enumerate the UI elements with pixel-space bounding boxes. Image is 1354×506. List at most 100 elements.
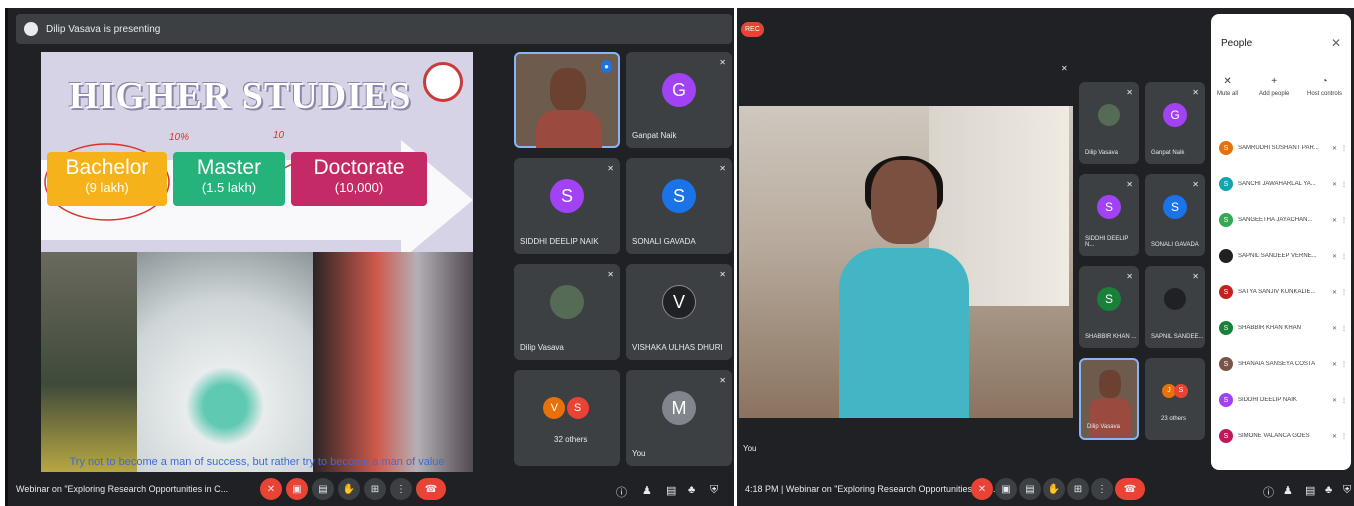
others-tile[interactable]: V S 32 others: [514, 370, 620, 466]
people-list-item[interactable]: S SHANAIA SANSEYA COSTA ✕ ⋮: [1219, 354, 1347, 374]
speaker-body: [839, 248, 969, 418]
host-controls-label: Host controls: [1307, 91, 1343, 97]
main-video[interactable]: [739, 106, 1073, 418]
meeting-title: Webinar on "Exploring Research Opportuni…: [16, 484, 229, 494]
captions-button[interactable]: ▤: [1019, 478, 1041, 500]
info-icon[interactable]: ⓘ: [1263, 484, 1274, 500]
mic-off-icon: ✕: [1331, 181, 1337, 188]
people-list-item[interactable]: S SATYA SANJIV KUNKALIE... ✕ ⋮: [1219, 282, 1347, 302]
participant-tile[interactable]: ✕ S SONALI GAVADA: [626, 158, 732, 254]
avatar: S: [1219, 213, 1233, 227]
present-button[interactable]: ⊞: [1067, 478, 1089, 500]
participant-tile[interactable]: ✕ G Ganpat Naik: [1145, 82, 1205, 164]
camera-toggle-button[interactable]: ▣: [286, 478, 308, 500]
mic-off-icon: ✕: [607, 270, 614, 279]
people-list-item[interactable]: SAPNIL SANDEEP VERNE... ✕ ⋮: [1219, 246, 1347, 266]
more-icon[interactable]: ⋮: [1341, 361, 1347, 368]
participant-tile[interactable]: ✕ S SONALI GAVADA: [1145, 174, 1205, 256]
person-name: SIDDHI DEELIP NAIK: [1238, 397, 1297, 403]
avatar: S: [1097, 286, 1121, 311]
avatar: S: [1174, 383, 1188, 398]
shared-slide: HIGHER STUDIES Bachelor (9 lakh) Master …: [41, 52, 473, 472]
participant-name: You: [632, 449, 646, 458]
lab-photo-beaker: [137, 252, 313, 472]
more-icon[interactable]: ⋮: [1341, 325, 1347, 332]
mic-toggle-button[interactable]: ✕: [971, 478, 993, 500]
others-tile[interactable]: J S 23 others: [1145, 358, 1205, 440]
shield-icon[interactable]: ⛨: [710, 484, 718, 497]
more-icon[interactable]: ⋮: [1341, 289, 1347, 296]
mic-off-icon: ✕: [1331, 433, 1337, 440]
participant-tile[interactable]: ✕ S SIDDHI DEELIP N...: [1079, 174, 1139, 256]
mic-off-icon: ✕: [719, 376, 726, 385]
person-name: SAPNIL SANDEEP VERNE...: [1238, 253, 1317, 259]
people-list-item[interactable]: S SHABBIR KHAN KHAN ✕ ⋮: [1219, 318, 1347, 338]
more-icon[interactable]: ⋮: [1341, 217, 1347, 224]
self-tile[interactable]: ✕ M You: [626, 370, 732, 466]
more-icon[interactable]: ⋮: [1341, 433, 1347, 440]
more-icon[interactable]: ⋮: [1341, 145, 1347, 152]
participant-tile[interactable]: ●: [514, 52, 620, 148]
mute-all-label: Mute all: [1217, 91, 1239, 97]
more-options-button[interactable]: ⋮: [390, 478, 412, 500]
participant-tile[interactable]: ✕ S SIDDHI DEELIP NAIK: [514, 158, 620, 254]
chat-icon[interactable]: ▤: [666, 484, 676, 497]
lab-photos: [41, 252, 473, 472]
more-icon[interactable]: ⋮: [1341, 253, 1347, 260]
people-icon[interactable]: ♟: [642, 484, 652, 497]
mic-off-icon: ✕: [1126, 272, 1133, 281]
people-list-item[interactable]: S SIDDHI DEELIP NAIK ✕ ⋮: [1219, 390, 1347, 410]
avatar: S: [550, 179, 584, 214]
mute-all-button[interactable]: ✕ Mute all: [1217, 76, 1238, 97]
lab-photo-sparks: [313, 252, 473, 472]
lab-photo-flask: [41, 252, 137, 472]
chat-icon[interactable]: ▤: [1305, 484, 1315, 497]
mic-toggle-button[interactable]: ✕: [260, 478, 282, 500]
participant-name: Dilip Vasava: [1085, 150, 1118, 156]
add-people-label: Add people: [1259, 91, 1290, 97]
participant-tile[interactable]: ✕ S SHABBIR KHAN ...: [1079, 266, 1139, 348]
people-list-item[interactable]: S SIMONE VALANCA GOES ✕ ⋮: [1219, 426, 1347, 446]
bachelor-value: (9 lakh): [85, 180, 129, 195]
close-icon[interactable]: ✕: [1331, 36, 1341, 50]
participant-shirt: [1089, 398, 1131, 438]
avatar: S: [566, 397, 589, 420]
mic-off-icon: ✕: [1331, 397, 1337, 404]
participant-tile[interactable]: Dilip Vasava: [1079, 358, 1139, 440]
people-list-item[interactable]: S SANGEETHA JAYACHAN... ✕ ⋮: [1219, 210, 1347, 230]
info-icon[interactable]: ⓘ: [616, 484, 627, 500]
shield-icon[interactable]: ⛨: [1343, 484, 1351, 497]
person-name: SATYA SANJIV KUNKALIE...: [1238, 289, 1316, 295]
leave-call-button[interactable]: ☎: [1115, 478, 1145, 500]
more-options-button[interactable]: ⋮: [1091, 478, 1113, 500]
host-controls-button[interactable]: ◔ Host controls: [1307, 76, 1342, 97]
activities-icon[interactable]: ♣: [1325, 484, 1332, 496]
participant-tile[interactable]: ✕ Dilip Vasava: [1079, 82, 1139, 164]
right-meeting-window: REC ✕ You ✕ Dilip Vasava ✕ G Ganpat Naik…: [737, 8, 1354, 506]
leave-call-button[interactable]: ☎: [416, 478, 446, 500]
add-people-button[interactable]: + Add people: [1259, 76, 1289, 97]
profile-photo: [1098, 103, 1120, 126]
master-label: Master: [196, 156, 262, 179]
doctorate-value: (10,000): [334, 180, 384, 195]
participant-tile[interactable]: ✕ Dilip Vasava: [514, 264, 620, 360]
mic-off-icon: ✕: [1331, 253, 1337, 260]
participant-tile[interactable]: ✕ SAPNIL SANDEE...: [1145, 266, 1205, 348]
people-list-item[interactable]: S SAMRUDHI SUSHANT PAR... ✕ ⋮: [1219, 138, 1347, 158]
captions-button[interactable]: ▤: [312, 478, 334, 500]
more-icon[interactable]: ⋮: [1341, 181, 1347, 188]
master-box: Master (1.5 lakh): [173, 152, 285, 206]
activities-icon[interactable]: ♣: [688, 484, 695, 496]
present-button[interactable]: ⊞: [364, 478, 386, 500]
time-and-meeting-title: 4:18 PM | Webinar on "Exploring Research…: [745, 484, 998, 494]
participant-face: [550, 68, 586, 112]
raise-hand-button[interactable]: ✋: [1043, 478, 1065, 500]
annotation-ten: 10: [273, 130, 285, 141]
raise-hand-button[interactable]: ✋: [338, 478, 360, 500]
participant-tile[interactable]: ✕ G Ganpat Naik: [626, 52, 732, 148]
more-icon[interactable]: ⋮: [1341, 397, 1347, 404]
people-icon[interactable]: ♟: [1283, 484, 1293, 497]
camera-toggle-button[interactable]: ▣: [995, 478, 1017, 500]
people-list-item[interactable]: S SANCHI JAWAHARLAL YA... ✕ ⋮: [1219, 174, 1347, 194]
participant-tile[interactable]: ✕ V VISHAKA ULHAS DHURI: [626, 264, 732, 360]
